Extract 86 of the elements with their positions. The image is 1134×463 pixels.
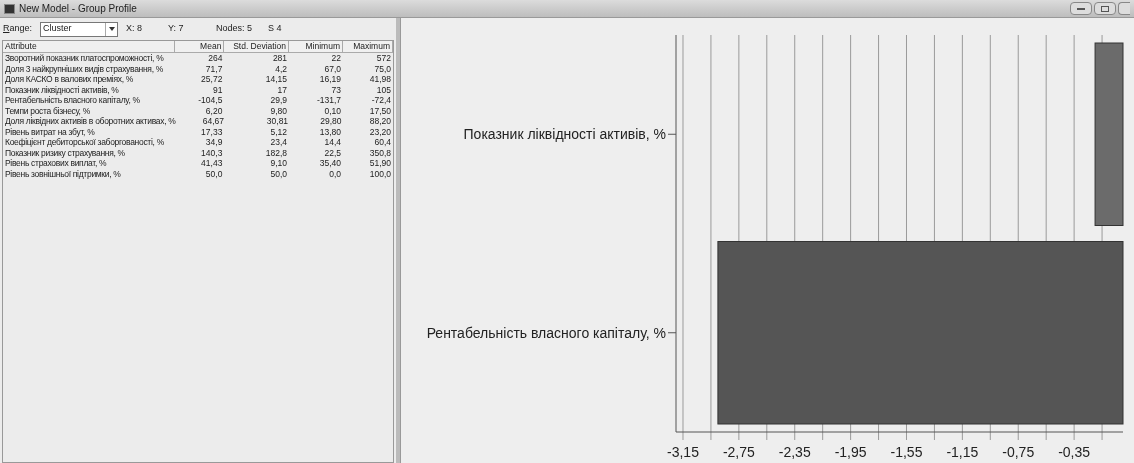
- table-cell-text: 30,81: [265, 116, 290, 127]
- table-cell-text: 22: [330, 53, 342, 64]
- table-cell-text: 9,10: [269, 158, 289, 169]
- table-cell-text: -72,4: [370, 95, 392, 106]
- column-header[interactable]: Minimum: [289, 41, 343, 53]
- table-cell-text: 60,4: [373, 137, 392, 148]
- table-cell-text: 264: [207, 53, 224, 64]
- range-dropdown[interactable]: Cluster: [40, 21, 119, 37]
- table-cell-text: 23,4: [269, 137, 289, 148]
- table-cell-text: 67,0: [323, 63, 342, 74]
- table-cell-text: 350,8: [368, 147, 392, 158]
- close-button[interactable]: [1118, 2, 1130, 15]
- table-cell-text: -131,7: [315, 95, 342, 106]
- minimize-button[interactable]: [1070, 2, 1092, 15]
- table-cell-text: 29,9: [269, 95, 289, 106]
- column-header[interactable]: Maximum: [342, 41, 393, 53]
- table-cell-text: 14,15: [264, 74, 289, 85]
- table-cell-text: 23,20: [368, 126, 392, 137]
- table-cell-text: Рівень витрат на збут, %: [4, 126, 96, 137]
- tick-label: -3,15: [667, 444, 699, 460]
- table-cell-text: 5,12: [269, 126, 289, 137]
- y-coordinate: Y: 7: [168, 22, 185, 36]
- table-cell-text: 91: [211, 84, 224, 95]
- table-cell-text: 17: [276, 84, 289, 95]
- app-icon: [4, 3, 15, 14]
- table-cell-text: 4,2: [274, 63, 289, 74]
- tick-label: -0,75: [1002, 444, 1035, 460]
- column-header[interactable]: Attribute: [3, 41, 176, 53]
- table-cell-text: 35,40: [318, 158, 342, 169]
- table-cell-text: 22,5: [323, 147, 342, 158]
- table-cell-text: Коефіцієнт дебиторської заборгованості, %: [4, 137, 165, 148]
- table-cell-text: 41,98: [368, 74, 392, 85]
- tick-label: -1,95: [834, 444, 867, 460]
- node-count: Nodes: 5: [216, 22, 254, 36]
- column-header[interactable]: Std. Deviation: [224, 41, 290, 53]
- tick-label: -2,35: [778, 444, 811, 460]
- table-cell-text: Рентабельність власного капіталу, %: [4, 95, 141, 106]
- maximize-button[interactable]: [1094, 2, 1116, 15]
- table-cell-text: 13,80: [318, 126, 342, 137]
- table-cell-text: Темпи роста бізнесу, %: [4, 105, 91, 116]
- table-cell-text: 29,80: [319, 116, 343, 127]
- table-cell-text: 50,0: [204, 168, 224, 179]
- table-cell-text: 34,9: [204, 137, 224, 148]
- table-cell-text: -104,5: [197, 95, 224, 106]
- table-cell-text: 182,8: [264, 147, 289, 158]
- table-cell-text: 9,80: [269, 105, 289, 116]
- table-cell-text: 0,10: [323, 105, 342, 116]
- table-cell-text: 281: [271, 53, 289, 64]
- table-cell-text: 14,4: [323, 137, 342, 148]
- table-cell-text: Рівень зовнішньої підтримки, %: [4, 168, 122, 179]
- table-cell-text: Доля КАСКО в валових преміях, %: [4, 74, 135, 85]
- table-cell-text: Зворотний показник платоспроможності, %: [4, 53, 165, 64]
- tick-label: -1,15: [946, 444, 979, 460]
- x-coordinate: X: 8: [126, 22, 144, 36]
- table-cell-text: 140,3: [200, 147, 224, 158]
- tick-label: -0,35: [1058, 444, 1091, 460]
- table-cell-text: 71,7: [204, 63, 224, 74]
- table-cell-text: 6,20: [204, 105, 224, 116]
- table-cell-text: 105: [375, 84, 392, 95]
- tick-label: -2,75: [722, 444, 755, 460]
- section-label: S 4: [268, 22, 282, 36]
- table-cell-text: 41,43: [200, 158, 224, 169]
- table-cell-text: 0,0: [328, 168, 342, 179]
- range-label: Range:: [3, 22, 33, 36]
- table-cell-text: Показник ліквідності активів, %: [4, 84, 120, 95]
- table-cell-text: Рівень страхових виплат, %: [4, 158, 108, 169]
- table-cell-text: 50,0: [269, 168, 289, 179]
- table-cell-text: Доля ліквідних активів в оборотних активах, %: [4, 116, 177, 127]
- tick-label: -1,55: [890, 444, 923, 460]
- table-cell-text: 88,20: [368, 116, 392, 127]
- category-label: Рентабельність власного капіталу, %: [426, 324, 666, 341]
- table-cell-text: 25,72: [200, 74, 224, 85]
- column-header[interactable]: Mean: [175, 41, 225, 53]
- table-cell-text: 16,19: [318, 74, 342, 85]
- table-cell-text: 17,50: [368, 105, 392, 116]
- table-cell-text: 100,0: [368, 168, 392, 179]
- table-cell-text: 572: [375, 53, 392, 64]
- table-cell-text: 17,33: [200, 126, 224, 137]
- window-title: New Model - Group Profile: [19, 2, 137, 16]
- table-cell-text: 75,0: [373, 63, 392, 74]
- table-cell-text: 64,67: [201, 116, 226, 127]
- table-cell-text: Доля 3 найкрупніших видів страхування, %: [4, 63, 165, 74]
- table-cell-text: 73: [330, 84, 342, 95]
- table-cell-text: 51,90: [368, 158, 392, 169]
- table-cell-text: Показник ризику страхування, %: [4, 147, 126, 158]
- category-label: Показник ліквідності активів, %: [463, 126, 666, 143]
